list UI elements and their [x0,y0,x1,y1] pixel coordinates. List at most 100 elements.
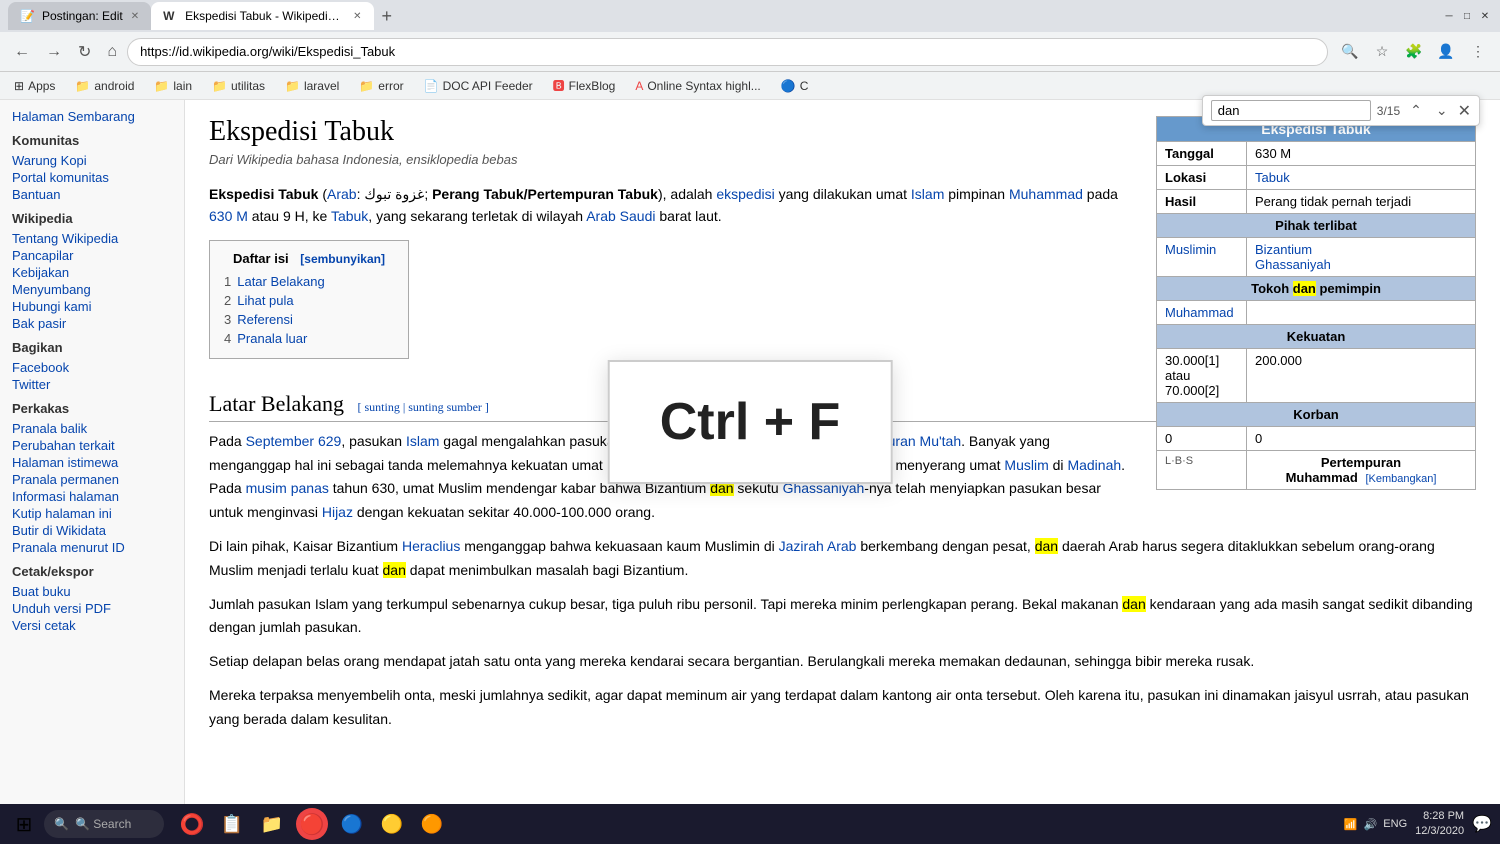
sidebar-link-unduh-pdf[interactable]: Unduh versi PDF [12,600,172,617]
sidebar-link-warung-kopi[interactable]: Warung Kopi [12,152,172,169]
ekspedisi-link[interactable]: ekspedisi [716,186,774,202]
forward-button[interactable]: → [40,39,68,65]
sidebar-link-wikidata[interactable]: Butir di Wikidata [12,522,172,539]
sidebar-link-perubahan[interactable]: Perubahan terkait [12,437,172,454]
sidebar-link-pranala-permanen[interactable]: Pranala permanen [12,471,172,488]
sidebar-link-facebook[interactable]: Facebook [12,359,172,376]
find-close-button[interactable]: ✕ [1458,101,1471,121]
tab-1[interactable]: 📝 Postingan: Edit ✕ [8,2,151,30]
sidebar-link-pancapilar[interactable]: Pancapilar [12,247,172,264]
tab-2-close[interactable]: ✕ [353,11,361,22]
630-link[interactable]: 630 M [209,208,248,224]
sunting-sumber-link[interactable]: sunting sumber ] [408,400,489,414]
taskbar-icon-explorer[interactable]: 📁 [256,808,288,840]
heraclius-link[interactable]: Heraclius [402,538,460,554]
toc-link-2[interactable]: Lihat pula [237,293,293,308]
islam-link[interactable]: Islam [911,186,944,202]
sep629-link[interactable]: September 629 [246,433,342,449]
sidebar-link-kutip[interactable]: Kutip halaman ini [12,505,172,522]
islam-link2[interactable]: Islam [406,433,439,449]
toc-item-2[interactable]: 2 Lihat pula [224,291,394,310]
tab-2[interactable]: W Ekspedisi Tabuk - Wikipedia bah... ✕ [151,2,373,30]
sidebar-link-bantuan[interactable]: Bantuan [12,186,172,203]
jazirah-link[interactable]: Jazirah Arab [779,538,857,554]
time-display[interactable]: 8:28 PM 12/3/2020 [1415,809,1464,840]
musim-panas-link[interactable]: musim panas [246,480,329,496]
sidebar-link-pranala-balik[interactable]: Pranala balik [12,420,172,437]
address-bar[interactable] [127,38,1328,66]
bookmark-apps[interactable]: ⊞ Apps [8,77,61,95]
sunting-link[interactable]: [ sunting [358,400,400,414]
taskbar-icon-task-view[interactable]: 📋 [216,808,248,840]
ghass-link[interactable]: Ghassaniyah [1255,257,1331,272]
find-prev-button[interactable]: ⌃ [1406,100,1426,121]
toc-item-1[interactable]: 1 Latar Belakang [224,272,394,291]
toc-item-4[interactable]: 4 Pranala luar [224,329,394,348]
find-next-button[interactable]: ⌄ [1432,100,1452,121]
taskbar-icon-other[interactable]: 🟠 [416,808,448,840]
sidebar-link-buat-buku[interactable]: Buat buku [12,583,172,600]
sidebar-link-menyumbang[interactable]: Menyumbang [12,281,172,298]
bookmark-laravel[interactable]: 📁 laravel [279,77,345,95]
taskbar-icon-ppt[interactable]: 🟡 [376,808,408,840]
bookmark-lain[interactable]: 📁 lain [148,77,198,95]
muhammad-link2[interactable]: Muhammad [1009,186,1083,202]
new-tab-button[interactable]: + [374,6,401,27]
sidebar-link-hubungi[interactable]: Hubungi kami [12,298,172,315]
maximize-button[interactable]: □ [1460,9,1474,23]
toc-link-4[interactable]: Pranala luar [237,331,307,346]
taskbar-icon-chrome[interactable]: 🔴 [296,808,328,840]
search-icon-btn[interactable]: 🔍 [1336,38,1364,66]
sidebar-link-pranala-id[interactable]: Pranala menurut ID [12,539,172,556]
profile-icon[interactable]: 👤 [1432,38,1460,66]
sidebar-link-tentang[interactable]: Tentang Wikipedia [12,230,172,247]
sidebar-link-twitter[interactable]: Twitter [12,376,172,393]
sidebar-link-info[interactable]: Informasi halaman [12,488,172,505]
notification-icon[interactable]: 💬 [1472,814,1492,834]
muslim-link[interactable]: Muslim [1004,457,1048,473]
refresh-button[interactable]: ↻ [72,38,97,66]
madinah-link[interactable]: Madinah [1067,457,1121,473]
toc-item-3[interactable]: 3 Referensi [224,310,394,329]
tabuk-link[interactable]: Tabuk [331,208,368,224]
lokasi-link[interactable]: Tabuk [1255,170,1290,185]
find-input[interactable] [1211,100,1371,121]
start-button[interactable]: ⊞ [8,808,40,840]
extension-icon[interactable]: 🧩 [1400,38,1428,66]
toc-link-1[interactable]: Latar Belakang [237,274,324,289]
kembangkan-link[interactable]: [Kembangkan] [1365,473,1436,485]
muhammad-link[interactable]: Muhammad [1165,305,1234,320]
biz-link[interactable]: Bizantium [1255,242,1312,257]
bookmark-utilitas[interactable]: 📁 utilitas [206,77,271,95]
muslimin-link[interactable]: Muslimin [1165,242,1216,257]
close-button[interactable]: ✕ [1478,9,1492,23]
menu-icon[interactable]: ⋮ [1464,38,1492,66]
home-button[interactable]: ⌂ [101,39,123,65]
arab-link[interactable]: Arab [327,186,357,202]
bookmark-doc-api[interactable]: 📄 DOC API Feeder [418,77,539,95]
bookmark-star-icon[interactable]: ☆ [1368,38,1396,66]
bookmark-c[interactable]: 🔵 C [775,77,815,95]
back-button[interactable]: ← [8,39,36,65]
sidebar-link-versi-cetak[interactable]: Versi cetak [12,617,172,634]
bookmark-android[interactable]: 📁 android [69,77,140,95]
bookmark-syntax[interactable]: A Online Syntax highl... [629,77,766,95]
minimize-button[interactable]: ─ [1442,9,1456,23]
tab-1-close[interactable]: ✕ [131,11,139,22]
sidebar-link-portal[interactable]: Portal komunitas [12,169,172,186]
toc-hide-link[interactable]: [sembunyikan] [300,252,385,266]
bookmark-error[interactable]: 📁 error [353,77,409,95]
toc-link-3[interactable]: Referensi [237,312,293,327]
bookmark-flexblog[interactable]: 🅱 FlexBlog [547,75,622,96]
sidebar-link-kebijakan[interactable]: Kebijakan [12,264,172,281]
arab-saudi-link[interactable]: Arab Saudi [586,208,655,224]
sidebar-link-halaman-istimewa[interactable]: Halaman istimewa [12,454,172,471]
infobox-footer-left: L·B·S [1157,451,1247,490]
sidebar-link-halaman[interactable]: Halaman Sembarang [12,108,172,125]
taskbar-icon-cortana[interactable]: ⭕ [176,808,208,840]
taskbar-icon-edge[interactable]: 🔵 [336,808,368,840]
sidebar-link-bak-pasir[interactable]: Bak pasir [12,315,172,332]
lang-label[interactable]: ENG [1383,818,1407,830]
taskbar-search-bar[interactable]: 🔍 🔍 Search [44,810,164,838]
hijaz-link[interactable]: Hijaz [322,504,353,520]
